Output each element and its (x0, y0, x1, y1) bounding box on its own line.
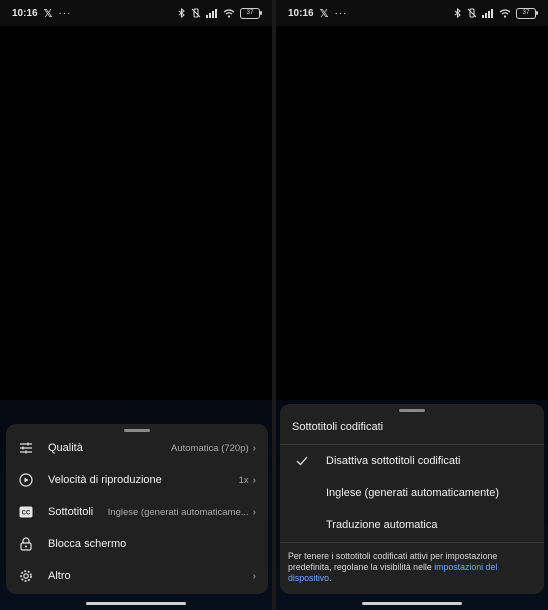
gesture-bar[interactable] (86, 602, 186, 605)
menu-item-value: Automatica (720p) (171, 442, 249, 454)
status-time: 10:16 (288, 7, 314, 19)
status-bar: 10:16 𝕏 ··· 37 (276, 0, 548, 26)
checkmark-icon (294, 453, 310, 469)
divider (280, 444, 544, 445)
menu-item-lock-screen[interactable]: Blocca schermo (6, 528, 268, 560)
x-app-icon: 𝕏 (43, 7, 53, 20)
menu-item-value: 1x (238, 474, 249, 486)
menu-item-label: Altro (48, 570, 71, 582)
tune-icon (18, 440, 34, 456)
vibrate-off-icon (467, 8, 477, 18)
phone-screen-right: 10:16 𝕏 ··· 37 Sottotitoli codificati Di… (276, 0, 548, 610)
menu-item-more[interactable]: Altro › (6, 560, 268, 592)
x-app-icon: 𝕏 (319, 7, 329, 20)
empty-check-slot (294, 517, 310, 533)
lock-icon (18, 536, 34, 552)
menu-item-captions[interactable]: CC Sottotitoli Inglese (generati automat… (6, 496, 268, 528)
menu-item-label: Sottotitoli (48, 506, 94, 518)
gesture-bar[interactable] (362, 602, 462, 605)
signal-icon (482, 8, 493, 18)
menu-item-quality[interactable]: Qualità Automatica (720p) › (6, 432, 268, 464)
chevron-right-icon: › (252, 570, 256, 582)
wifi-icon (223, 8, 235, 18)
footer-end: . (329, 573, 332, 583)
bluetooth-icon (454, 8, 461, 18)
phone-screen-left: 10:16 𝕏 ··· 37 Qualità Automatica (720p)… (0, 0, 272, 610)
closed-captions-icon: CC (18, 504, 34, 520)
menu-item-label: Qualità (48, 442, 83, 454)
wifi-icon (499, 8, 511, 18)
caption-option-auto-translate[interactable]: Traduzione automatica (280, 510, 544, 540)
divider (280, 542, 544, 543)
menu-item-label: Blocca schermo (48, 538, 127, 550)
status-icons: 37 (178, 7, 262, 19)
settings-sheet: Qualità Automatica (720p) › Velocità di … (6, 424, 268, 594)
playback-speed-icon (18, 472, 34, 488)
signal-icon (206, 8, 217, 18)
chevron-right-icon: › (252, 442, 256, 454)
more-notifications-icon: ··· (58, 7, 72, 19)
status-time: 10:16 (12, 7, 38, 19)
status-bar: 10:16 𝕏 ··· 37 (0, 0, 272, 26)
menu-item-value: Inglese (generati automaticame... (107, 506, 249, 518)
bluetooth-icon (178, 8, 185, 18)
caption-option-label: Disattiva sottotitoli codificati (326, 455, 461, 467)
empty-check-slot (294, 485, 310, 501)
battery-icon: 37 (240, 7, 262, 19)
caption-option-off[interactable]: Disattiva sottotitoli codificati (280, 446, 544, 476)
caption-option-english-auto[interactable]: Inglese (generati automaticamente) (280, 478, 544, 508)
battery-icon: 37 (516, 7, 538, 19)
chevron-right-icon: › (252, 506, 256, 518)
vibrate-off-icon (191, 8, 201, 18)
captions-sheet: Sottotitoli codificati Disattiva sottoti… (280, 404, 544, 594)
gear-icon (18, 568, 34, 584)
caption-option-label: Traduzione automatica (326, 519, 438, 531)
more-notifications-icon: ··· (334, 7, 348, 19)
status-icons: 37 (454, 7, 538, 19)
sheet-title: Sottotitoli codificati (292, 421, 384, 433)
menu-item-label: Velocità di riproduzione (48, 474, 162, 486)
caption-option-label: Inglese (generati automaticamente) (326, 487, 500, 499)
captions-footer-note: Per tenere i sottotitoli codificati atti… (288, 551, 536, 584)
menu-item-playback-speed[interactable]: Velocità di riproduzione 1x › (6, 464, 268, 496)
chevron-right-icon: › (252, 474, 256, 486)
drag-handle[interactable] (399, 409, 425, 412)
svg-text:CC: CC (22, 511, 31, 517)
